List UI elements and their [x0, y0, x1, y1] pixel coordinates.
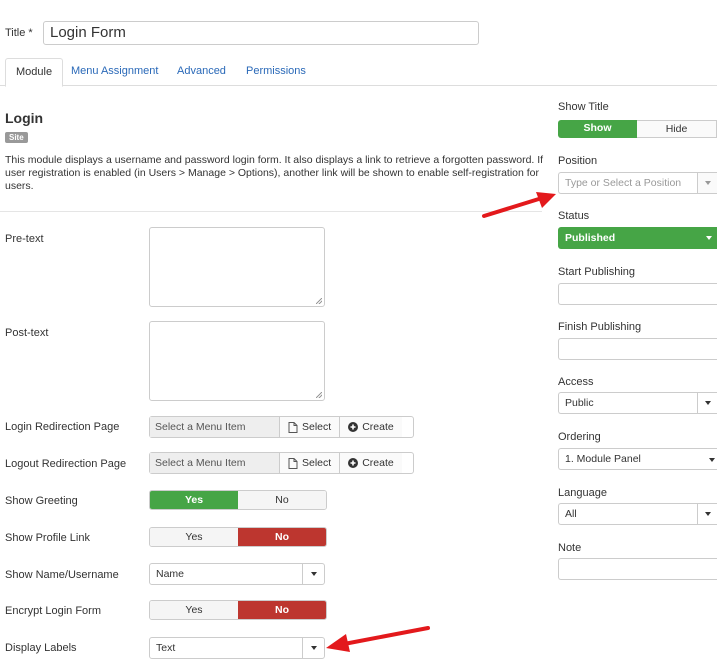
display-labels-select[interactable]: Text	[149, 637, 325, 659]
language-value: All	[565, 508, 577, 520]
position-label: Position	[558, 155, 598, 167]
yes-option[interactable]: Yes	[150, 528, 238, 546]
select-button-label: Select	[302, 421, 332, 433]
hide-option[interactable]: Hide	[637, 120, 717, 138]
select-button-label: Select	[302, 457, 332, 469]
logout-redirect-menu-select: Select a Menu Item Select Create	[149, 452, 414, 474]
show-greeting-toggle: Yes No	[149, 490, 327, 510]
status-value: Published	[565, 232, 616, 244]
tab-menu-assignment[interactable]: Menu Assignment	[61, 58, 168, 86]
start-publishing-input[interactable]	[558, 283, 717, 305]
encrypt-toggle: Yes No	[149, 600, 327, 620]
tab-module[interactable]: Module	[5, 58, 64, 87]
start-publishing-label: Start Publishing	[558, 266, 636, 278]
tab-advanced[interactable]: Advanced	[167, 58, 236, 86]
resize-grip-icon[interactable]	[316, 392, 322, 398]
show-name-value: Name	[156, 568, 185, 580]
note-input[interactable]	[558, 558, 717, 580]
show-profile-toggle: Yes No	[149, 527, 327, 547]
position-select[interactable]: Type or Select a Position	[558, 172, 717, 194]
finish-publishing-input[interactable]	[558, 338, 717, 360]
title-label: Title *	[5, 27, 33, 39]
finish-publishing-label: Finish Publishing	[558, 321, 642, 333]
display-labels-value: Text	[156, 642, 176, 654]
module-description: This module displays a username and pass…	[5, 154, 544, 192]
file-icon	[288, 457, 298, 469]
pretext-textarea[interactable]	[149, 227, 325, 307]
annotation-arrow-icon	[482, 192, 556, 218]
no-option[interactable]: No	[238, 601, 326, 619]
yes-option[interactable]: Yes	[150, 601, 238, 619]
resize-grip-icon[interactable]	[316, 298, 322, 304]
plus-circle-icon	[348, 422, 359, 432]
access-select[interactable]: Public	[558, 392, 717, 414]
file-icon	[288, 421, 298, 433]
show-name-select[interactable]: Name	[149, 563, 325, 585]
pretext-label: Pre-text	[5, 233, 44, 245]
login-redirect-menu-select: Select a Menu Item Select Create	[149, 416, 414, 438]
chevron-down-icon	[706, 236, 712, 240]
menu-item-placeholder[interactable]: Select a Menu Item	[150, 417, 280, 437]
show-title-label: Show Title	[558, 101, 609, 113]
menu-item-placeholder[interactable]: Select a Menu Item	[150, 453, 280, 473]
create-button[interactable]: Create	[339, 453, 402, 473]
logout-redirect-label: Logout Redirection Page	[5, 458, 127, 470]
status-label: Status	[558, 210, 590, 222]
create-button-label: Create	[362, 457, 394, 469]
yes-option[interactable]: Yes	[150, 491, 238, 509]
site-badge: Site	[5, 132, 28, 143]
create-button-label: Create	[362, 421, 394, 433]
posttext-textarea[interactable]	[149, 321, 325, 401]
access-value: Public	[565, 397, 594, 409]
chevron-down-icon	[302, 638, 324, 658]
annotation-arrow-icon	[326, 626, 430, 652]
language-label: Language	[558, 487, 607, 499]
show-name-label: Show Name/Username	[5, 569, 119, 581]
chevron-down-icon	[302, 564, 324, 584]
note-label: Note	[558, 542, 582, 554]
create-button[interactable]: Create	[339, 417, 402, 437]
ordering-label: Ordering	[558, 431, 601, 443]
chevron-down-icon	[697, 504, 717, 524]
divider	[0, 211, 542, 212]
show-greeting-label: Show Greeting	[5, 495, 78, 507]
title-input[interactable]: Login Form	[43, 21, 479, 45]
display-labels-label: Display Labels	[5, 642, 77, 654]
show-option[interactable]: Show	[558, 120, 637, 138]
no-option[interactable]: No	[238, 528, 326, 546]
show-profile-label: Show Profile Link	[5, 532, 90, 544]
login-redirect-label: Login Redirection Page	[5, 421, 120, 433]
access-label: Access	[558, 376, 594, 388]
tab-permissions[interactable]: Permissions	[236, 58, 316, 86]
position-placeholder: Type or Select a Position	[565, 177, 682, 189]
encrypt-label: Encrypt Login Form	[5, 605, 101, 617]
select-button[interactable]: Select	[280, 417, 340, 437]
tab-bar: Module Menu Assignment Advanced Permissi…	[0, 58, 717, 87]
show-title-toggle: Show Hide	[558, 120, 717, 138]
ordering-select[interactable]: 1. Module Panel	[558, 448, 717, 470]
language-select[interactable]: All	[558, 503, 717, 525]
module-name: Login	[5, 110, 44, 126]
chevron-down-icon	[697, 173, 717, 193]
chevron-down-icon	[697, 393, 717, 413]
ordering-value: 1. Module Panel	[565, 453, 641, 465]
status-select[interactable]: Published	[558, 227, 717, 249]
plus-circle-icon	[348, 458, 359, 468]
select-button[interactable]: Select	[280, 453, 340, 473]
no-option[interactable]: No	[238, 491, 326, 509]
posttext-label: Post-text	[5, 327, 49, 339]
chevron-down-icon	[709, 458, 715, 462]
